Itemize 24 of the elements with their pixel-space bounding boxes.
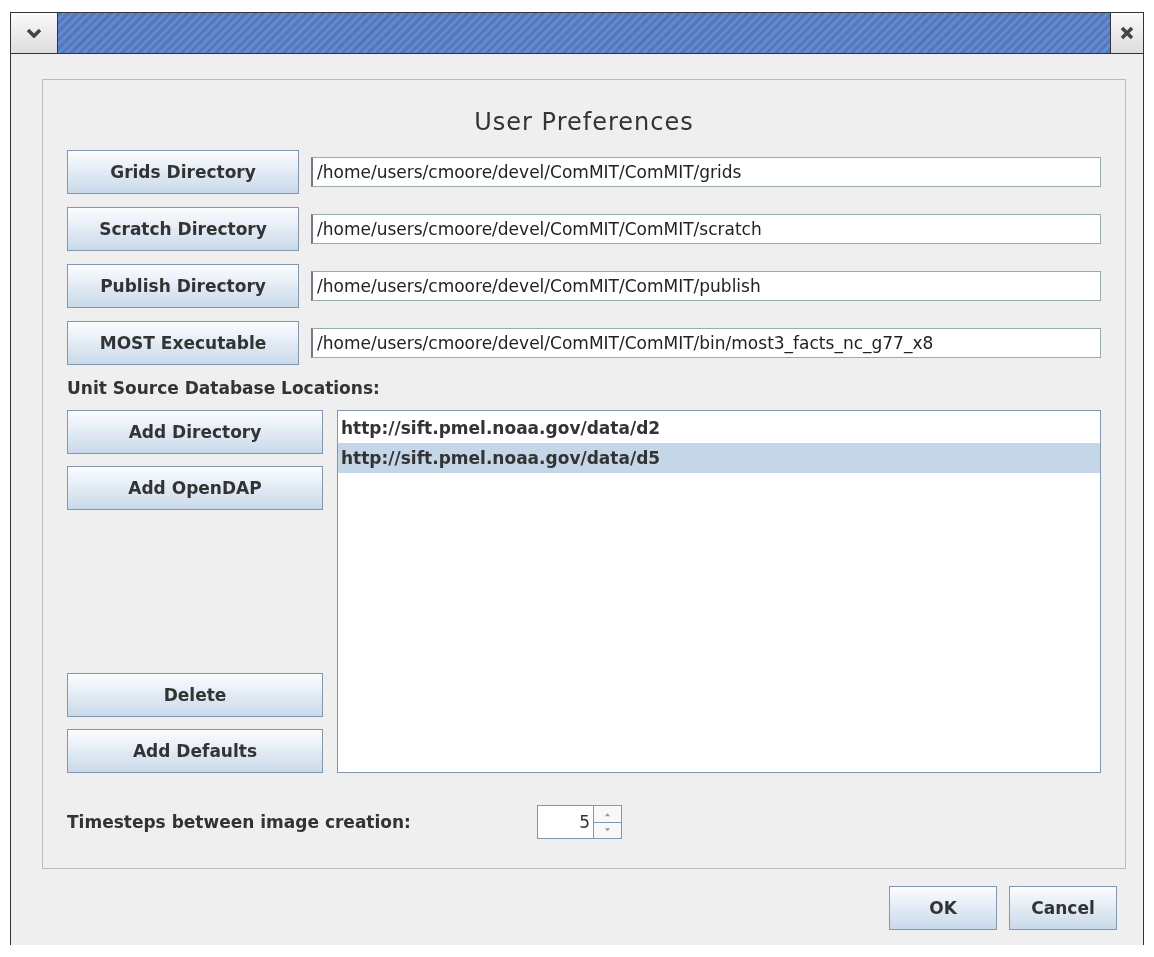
timesteps-label: Timesteps between image creation: <box>67 812 412 832</box>
location-button[interactable]: Add Directory <box>67 410 323 454</box>
location-button[interactable]: Add Defaults <box>67 729 323 773</box>
path-field[interactable]: /home/users/cmoore/devel/ComMIT/ComMIT/bin/most3_facts_nc_g77_x8 <box>311 328 1101 358</box>
close-button[interactable] <box>1110 13 1143 53</box>
path-field[interactable]: /home/users/cmoore/devel/ComMIT/ComMIT/scratch <box>311 214 1101 244</box>
dialog-button[interactable]: Cancel <box>1009 886 1117 930</box>
timesteps-spinner[interactable]: 5 <box>537 805 622 839</box>
directory-button[interactable]: Grids Directory <box>67 150 299 194</box>
location-button[interactable]: Delete <box>67 673 323 717</box>
location-item[interactable]: http://sift.pmel.noaa.gov/data/d5 <box>338 443 1100 473</box>
close-icon <box>1120 26 1134 40</box>
location-item[interactable]: http://sift.pmel.noaa.gov/data/d2 <box>338 413 1100 443</box>
directory-button[interactable]: Scratch Directory <box>67 207 299 251</box>
dialog-heading: User Preferences <box>473 108 695 136</box>
dialog-button[interactable]: OK <box>889 886 997 930</box>
path-field[interactable]: /home/users/cmoore/devel/ComMIT/ComMIT/grids <box>311 157 1101 187</box>
path-field[interactable]: /home/users/cmoore/devel/ComMIT/ComMIT/publish <box>311 271 1101 301</box>
section-label: Unit Source Database Locations: <box>67 378 381 398</box>
chevron-down-icon <box>26 28 42 38</box>
location-button[interactable]: Add OpenDAP <box>67 466 323 510</box>
directory-button[interactable]: Publish Directory <box>67 264 299 308</box>
window-menu-button[interactable] <box>11 13 58 53</box>
directory-button[interactable]: MOST Executable <box>67 321 299 365</box>
